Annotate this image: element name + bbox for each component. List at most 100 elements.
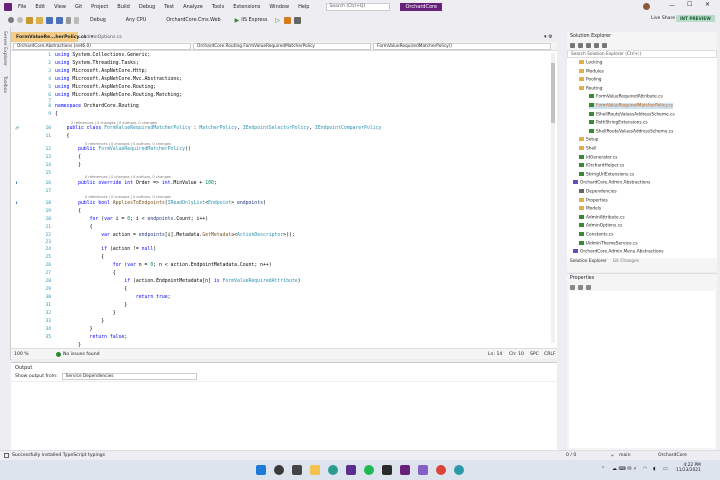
server-explorer-tab[interactable]: Server Explorer	[2, 31, 7, 66]
tree-item[interactable]: Setup	[579, 137, 599, 143]
refresh-icon[interactable]	[293, 16, 301, 24]
menu-debug[interactable]: Debug	[139, 4, 155, 10]
tree-item[interactable]: IShellRouteValuesAddressScheme.cs	[589, 111, 675, 117]
categorized-icon[interactable]	[570, 284, 575, 290]
back-icon[interactable]	[8, 17, 14, 23]
tab-formvaluerequiredmatcherpolicy[interactable]: FormValueRe...herPolicy.cs ✕	[11, 32, 94, 42]
tree-item[interactable]: StringUrlExtensions.cs	[579, 171, 634, 177]
maximize-button[interactable]: ☐	[687, 1, 692, 8]
tab-adminoptions[interactable]: AdminOptions.cs	[78, 32, 127, 42]
save-icon[interactable]	[46, 16, 53, 24]
file-explorer-icon[interactable]	[310, 465, 320, 475]
forward-icon[interactable]	[17, 17, 23, 23]
tab-overflow-icon[interactable]: ▾ ⚙	[544, 34, 553, 40]
issues-status[interactable]: No issues found	[63, 352, 100, 357]
tree-item[interactable]: Shell	[579, 146, 596, 152]
tree-item[interactable]: IAdminThemeService.cs	[579, 240, 638, 246]
error-count[interactable]: 0 / 0	[566, 453, 576, 458]
tree-item[interactable]: Models	[579, 206, 601, 212]
edge-icon[interactable]	[328, 465, 338, 475]
menu-build[interactable]: Build	[117, 4, 130, 10]
tree-item[interactable]: IdGenerator.cs	[579, 154, 617, 160]
tree-item[interactable]: Dependencies	[579, 189, 617, 195]
avatar[interactable]	[643, 3, 650, 10]
tree-item[interactable]: OrchardCore.Admin.Menu.Abstractions	[573, 249, 664, 255]
show-all-icon[interactable]	[594, 43, 599, 48]
task-view-icon[interactable]	[292, 465, 302, 475]
open-icon[interactable]	[36, 16, 43, 24]
tree-item[interactable]: OrchardCore.Admin.Abstractions	[573, 180, 650, 186]
tree-item[interactable]: Routing	[579, 85, 602, 91]
menu-project[interactable]: Project	[91, 4, 108, 10]
battery-icon[interactable]: ▭	[663, 466, 668, 472]
vertical-scrollbar[interactable]	[551, 53, 555, 343]
output-source-dropdown[interactable]: Service Dependencies	[61, 373, 197, 380]
close-button[interactable]: ✕	[705, 1, 710, 8]
solution-search[interactable]: Search Solution Explorer (Ctrl+;)	[567, 50, 717, 58]
run-button[interactable]: IIS Express	[241, 18, 267, 23]
zoom-level[interactable]: 100 %	[14, 352, 44, 357]
code-editor[interactable]: 1 2 3 4 5 6 7 8 9 10 11 12 13 14 15 16 17 18 19 20 21 22 23 24 2…	[11, 51, 557, 348]
branch-name[interactable]: main	[619, 453, 630, 458]
codelens-applies[interactable]: 0 references | 0 changes | 0 authors, 0 …	[85, 195, 171, 199]
tree-item[interactable]: Properties	[579, 197, 608, 203]
terminal-icon[interactable]	[382, 465, 392, 475]
undo-icon[interactable]	[66, 16, 71, 24]
menu-tools[interactable]: Tools	[212, 4, 224, 10]
clock[interactable]: 4:22 PM 11/23/2021	[676, 463, 701, 473]
tree-item[interactable]: ShellRouteValuesAddressScheme.cs	[589, 128, 673, 134]
redo-icon[interactable]	[74, 16, 79, 24]
tray-chevron-icon[interactable]: ⌃	[601, 466, 605, 472]
vs-preview-icon[interactable]	[400, 465, 410, 475]
repo-name[interactable]: OrchardCore	[658, 453, 687, 458]
search-box[interactable]: Search (Ctrl+Q)	[326, 2, 391, 11]
property-pages-icon[interactable]	[586, 284, 591, 290]
live-share-button[interactable]: Live Share	[651, 16, 675, 21]
codelens-ctor[interactable]: 0 references | 0 changes | 0 authors, 0 …	[85, 142, 171, 146]
menu-analyze[interactable]: Analyze	[183, 4, 203, 10]
volume-icon[interactable]: ◖	[653, 466, 656, 472]
spotify-icon[interactable]	[364, 465, 374, 475]
menu-extensions[interactable]: Extensions	[233, 4, 260, 10]
sync-icon[interactable]	[578, 43, 583, 48]
wifi-icon[interactable]: ◠	[643, 466, 647, 472]
minimize-button[interactable]: —	[669, 2, 675, 9]
project-dropdown[interactable]: OrchardCore.Abstractions (net6.0)	[13, 42, 191, 50]
menu-file[interactable]: File	[18, 4, 26, 10]
hot-reload-icon[interactable]	[283, 16, 291, 24]
collapse-icon[interactable]	[586, 43, 591, 48]
spc-indicator[interactable]: SPC	[530, 352, 539, 357]
git-changes-tab[interactable]: Git Changes	[610, 259, 642, 264]
menu-edit[interactable]: Edit	[35, 4, 45, 10]
tray-icons[interactable]: ☁ ⌨ ✉ ⚡	[612, 466, 637, 472]
tree-item[interactable]: FormValueRequiredAttribute.cs	[589, 94, 663, 100]
tree-item[interactable]: Modules	[579, 68, 604, 74]
search-icon[interactable]	[274, 465, 284, 475]
menu-view[interactable]: View	[54, 4, 66, 10]
solution-explorer-tab[interactable]: Solution Explorer	[567, 259, 610, 264]
vs-dark-icon[interactable]	[346, 465, 356, 475]
toolbox-tab[interactable]: Toolbox	[2, 76, 7, 93]
start-without-debug-icon[interactable]: ▷	[275, 17, 280, 24]
tree-item[interactable]: PathStringExtensions.cs	[589, 120, 648, 126]
codelens-order[interactable]: 0 references | 0 changes | 0 authors, 0 …	[85, 175, 171, 179]
save-all-icon[interactable]	[56, 16, 63, 24]
start-icon[interactable]	[256, 465, 266, 475]
tree-item[interactable]: Constants.cs	[579, 232, 614, 238]
chrome-icon[interactable]	[436, 465, 446, 475]
tree-item[interactable]: AdminOptions.cs	[579, 223, 622, 229]
tree-item[interactable]: Pooling	[579, 77, 602, 83]
alphabetical-icon[interactable]	[578, 284, 583, 290]
tree-item[interactable]: FormValueRequiredMatcherPolicy.cs	[589, 103, 673, 109]
new-item-icon[interactable]	[26, 16, 33, 24]
tree-item[interactable]: Locking	[579, 60, 602, 66]
codelens-class[interactable]: 2 references | 0 changes | 0 authors, 0 …	[71, 121, 157, 125]
platform-dropdown[interactable]: Any CPU	[126, 18, 146, 23]
menu-help[interactable]: Help	[298, 4, 309, 10]
tree-item[interactable]: AdminAttribute.cs	[579, 214, 625, 220]
menu-git[interactable]: Git	[75, 4, 82, 10]
crlf-indicator[interactable]: CRLF	[544, 352, 556, 357]
member-dropdown[interactable]: FormValueRequiredMatcherPolicy()	[373, 42, 551, 50]
menu-test[interactable]: Test	[164, 4, 174, 10]
vs-icon[interactable]	[418, 465, 428, 475]
